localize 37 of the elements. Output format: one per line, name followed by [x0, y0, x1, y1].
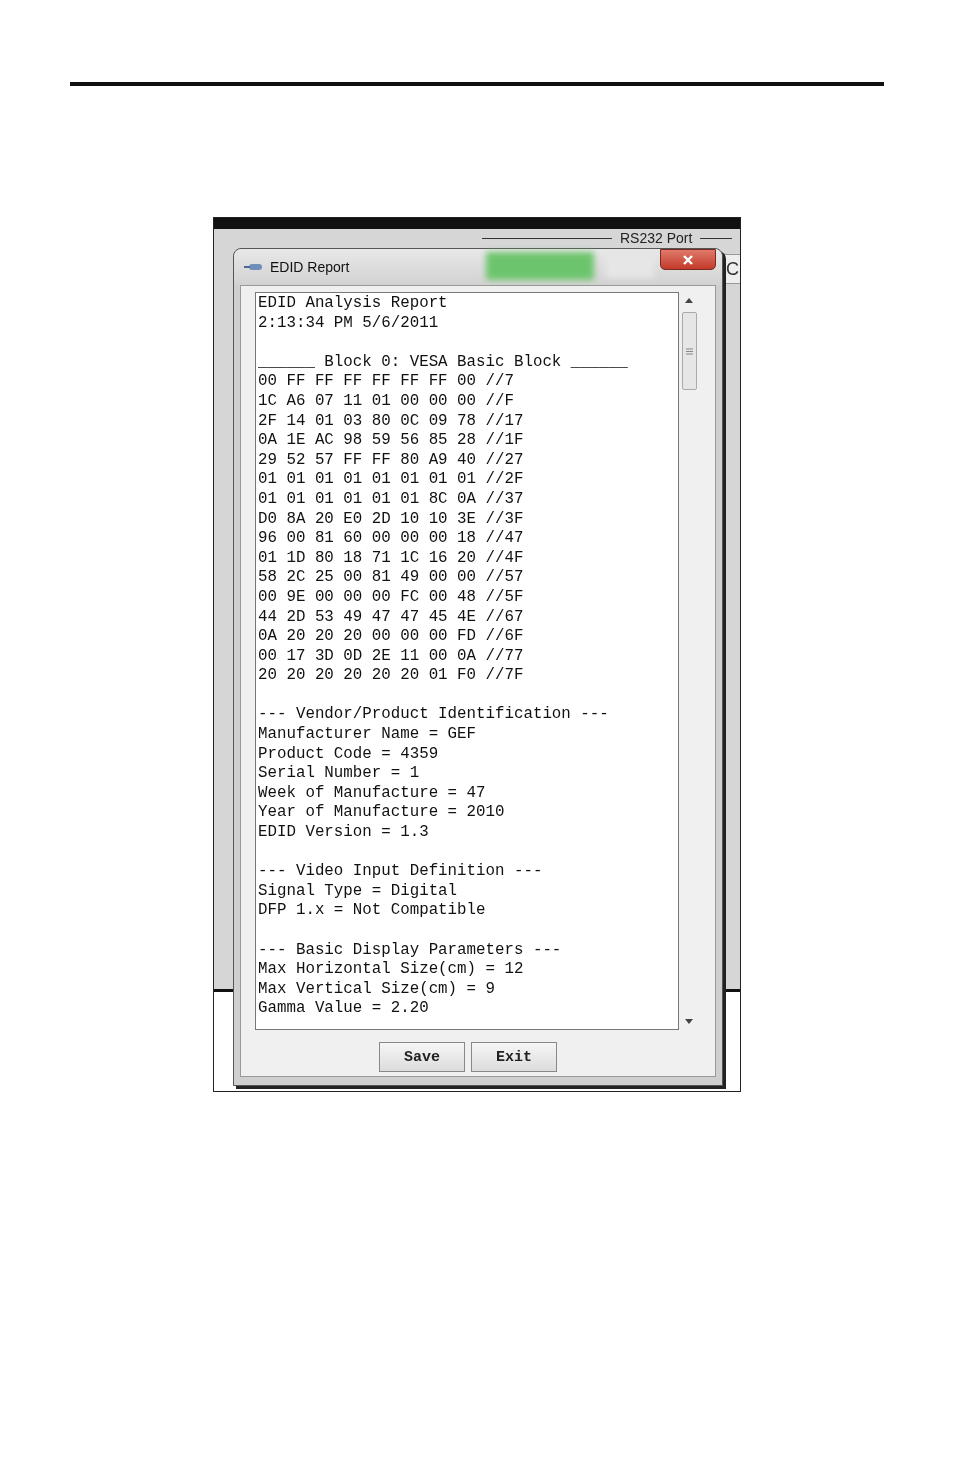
- report-line: EDID Version = 1.3: [258, 823, 430, 843]
- report-line: EDID Analysis Report: [258, 294, 449, 314]
- hex-row-text: D0 8A 20 E0 2D 10 10 3E //3F: [258, 509, 525, 530]
- report-line: 2:13:34 PM 5/6/2011: [258, 313, 440, 334]
- report-line: Max Vertical Size(cm) = 9: [258, 979, 496, 1000]
- section-heading: --- Basic Display Parameters ---: [258, 940, 563, 961]
- hex-row-text: 2F 14 01 03 80 0C 09 78 //17: [258, 411, 525, 432]
- report-line: Year of Manufacture = 2010: [258, 803, 506, 824]
- exit-button[interactable]: Exit: [471, 1042, 557, 1072]
- hex-row-text: 1C A6 07 11 01 00 00 00 //F: [258, 391, 515, 412]
- report-line: Product Code = 4359: [258, 744, 440, 765]
- hex-row-text: 01 01 01 01 01 01 01 01 //2F: [258, 470, 525, 490]
- report-line: Manufacturer Name = GEF: [258, 725, 478, 745]
- report-line: DFP 1.x = Not Compatible: [258, 901, 487, 921]
- hex-row-text: 01 01 01 01 01 01 8C 0A //37: [258, 489, 525, 510]
- hex-row-text: 0A 20 20 20 00 00 00 FD //6F: [258, 627, 525, 647]
- section-heading: --- Vendor/Product Identification ---: [258, 705, 610, 726]
- hex-row-text: 29 52 57 FF FF 80 A9 40 //27: [258, 450, 525, 471]
- hex-row-text: 58 2C 25 00 81 49 00 00 //57: [258, 568, 525, 588]
- hex-row-text: 0A 1E AC 98 59 56 85 28 //1F: [258, 431, 525, 451]
- block-heading: ______ Block 0: VESA Basic Block ______: [258, 352, 629, 373]
- hex-row-text: 00 FF FF FF FF FF FF 00 //7: [258, 372, 515, 392]
- report-line: Gamma Value = 2.20: [258, 999, 430, 1019]
- hex-row-text: 01 1D 80 18 71 1C 16 20 //4F: [258, 548, 525, 569]
- report-line: Signal Type = Digital: [258, 881, 459, 902]
- hex-row-text: 96 00 81 60 00 00 00 18 //47: [258, 529, 525, 549]
- report-line: Max Horizontal Size(cm) = 12: [258, 960, 525, 980]
- window-title: EDID Report: [270, 259, 350, 275]
- hex-row-text: 00 9E 00 00 00 FC 00 48 //5F: [258, 587, 525, 608]
- section-heading: --- Video Input Definition ---: [258, 862, 544, 882]
- report-line: Week of Manufacture = 47: [258, 783, 487, 804]
- group-label: RS232 Port: [620, 230, 693, 246]
- save-button[interactable]: Save: [379, 1042, 465, 1072]
- hex-row-text: 44 2D 53 49 47 47 45 4E //67: [258, 607, 525, 628]
- hex-row-text: 20 20 20 20 20 20 01 F0 //7F: [258, 666, 525, 686]
- hex-row-text: 00 17 3D 0D 2E 11 00 0A //77: [258, 646, 525, 667]
- report-line: Serial Number = 1: [258, 764, 421, 784]
